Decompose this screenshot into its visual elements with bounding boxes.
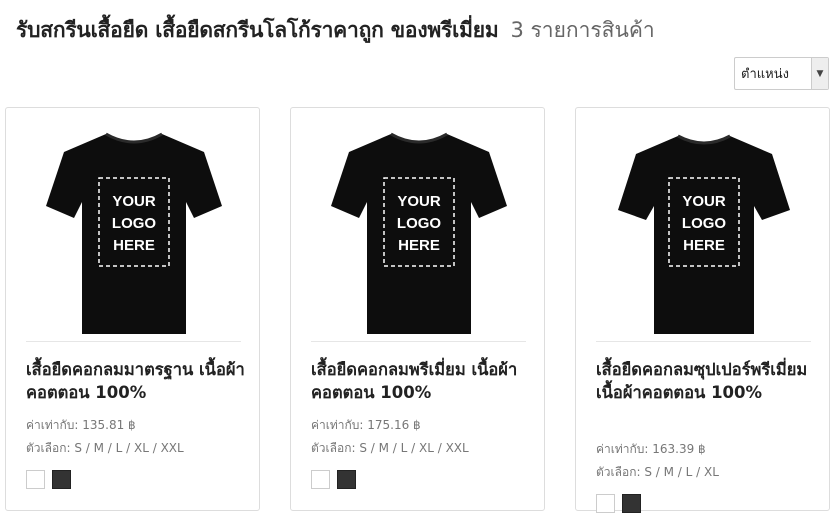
logo-text-1: YOUR xyxy=(397,193,441,210)
product-price: ค่าเท่ากับ: 163.39 ฿ xyxy=(596,442,706,456)
logo-text-3: HERE xyxy=(683,237,725,254)
chevron-down-icon[interactable]: ▼ xyxy=(811,58,828,89)
product-options: ตัวเลือก: S / M / L / XL / XXL xyxy=(26,441,184,455)
tshirt-icon: YOUR LOGO HERE xyxy=(617,134,790,334)
logo-text-3: HERE xyxy=(113,237,155,254)
item-count: 3 รายการสินค้า xyxy=(510,18,655,42)
product-image[interactable]: YOUR LOGO HERE xyxy=(311,126,526,338)
color-swatches xyxy=(311,470,532,489)
divider xyxy=(26,341,241,342)
divider xyxy=(311,341,526,342)
sort-select[interactable]: ตำแหน่ง ▼ xyxy=(734,57,829,90)
swatch-black[interactable] xyxy=(52,470,71,489)
product-card[interactable]: YOUR LOGO HERE เสื้อยืดคอกลมมาตรฐาน เนื้… xyxy=(5,107,260,511)
sort-selected-value: ตำแหน่ง xyxy=(741,67,789,82)
swatch-black[interactable] xyxy=(337,470,356,489)
product-price: ค่าเท่ากับ: 135.81 ฿ xyxy=(26,418,136,432)
logo-text-2: LOGO xyxy=(396,215,440,232)
product-card[interactable]: YOUR LOGO HERE เสื้อยืดคอกลมซุปเปอร์พรีเ… xyxy=(575,107,830,513)
logo-text-1: YOUR xyxy=(682,193,726,210)
tshirt-icon: YOUR LOGO HERE xyxy=(330,132,507,334)
product-name[interactable]: เสื้อยืดคอกลมซุปเปอร์พรีเมี่ยม เนื้อผ้าค… xyxy=(596,358,817,404)
product-options: ตัวเลือก: S / M / L / XL / XXL xyxy=(311,441,469,455)
color-swatches xyxy=(26,470,247,489)
color-swatches xyxy=(596,494,817,513)
product-image[interactable]: YOUR LOGO HERE xyxy=(596,126,811,338)
product-info: ค่าเท่ากับ: 175.16 ฿ ตัวเลือก: S / M / L… xyxy=(311,408,532,489)
swatch-white[interactable] xyxy=(596,494,615,513)
tshirt-icon: YOUR LOGO HERE xyxy=(45,132,222,334)
product-info: ค่าเท่ากับ: 163.39 ฿ ตัวเลือก: S / M / L… xyxy=(596,432,817,513)
logo-text-2: LOGO xyxy=(111,215,155,232)
product-name[interactable]: เสื้อยืดคอกลมพรีเมี่ยม เนื้อผ้าคอตตอน 10… xyxy=(311,358,532,404)
divider xyxy=(596,341,811,342)
swatch-white[interactable] xyxy=(26,470,45,489)
product-info: ค่าเท่ากับ: 135.81 ฿ ตัวเลือก: S / M / L… xyxy=(26,408,247,489)
product-options: ตัวเลือก: S / M / L / XL xyxy=(596,465,719,479)
page-header: รับสกรีนเสื้อยืด เสื้อยืดสกรีนโลโก้ราคาถ… xyxy=(16,14,655,47)
logo-text-1: YOUR xyxy=(112,193,156,210)
logo-text-2: LOGO xyxy=(681,215,725,232)
product-price: ค่าเท่ากับ: 175.16 ฿ xyxy=(311,418,421,432)
swatch-white[interactable] xyxy=(311,470,330,489)
product-name[interactable]: เสื้อยืดคอกลมมาตรฐาน เนื้อผ้าคอตตอน 100% xyxy=(26,358,247,404)
product-card[interactable]: YOUR LOGO HERE เสื้อยืดคอกลมพรีเมี่ยม เน… xyxy=(290,107,545,511)
page-title: รับสกรีนเสื้อยืด เสื้อยืดสกรีนโลโก้ราคาถ… xyxy=(16,18,499,42)
logo-text-3: HERE xyxy=(398,237,440,254)
swatch-black[interactable] xyxy=(622,494,641,513)
product-image[interactable]: YOUR LOGO HERE xyxy=(26,126,241,338)
